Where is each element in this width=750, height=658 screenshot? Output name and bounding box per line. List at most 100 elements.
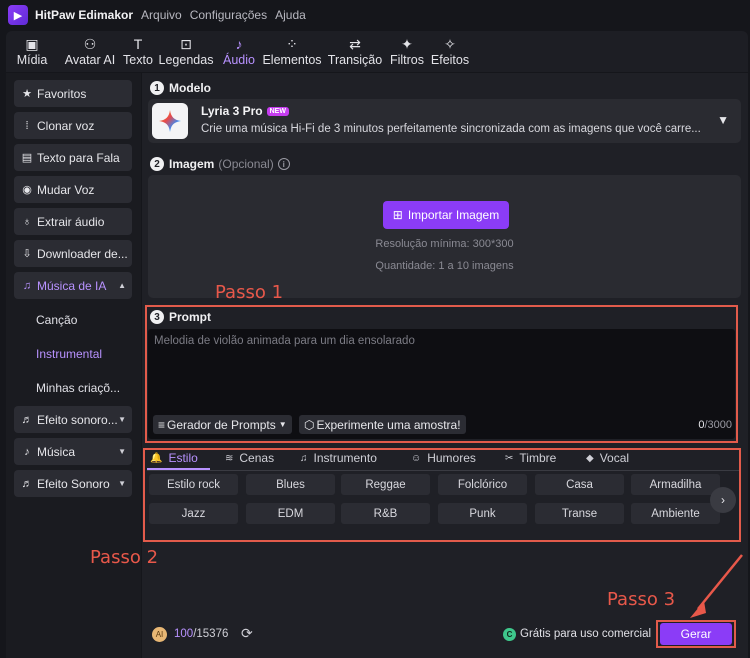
step-number: 2 bbox=[150, 157, 164, 171]
chip-estilo-rock[interactable]: Estilo rock bbox=[149, 474, 238, 495]
tool-legendas[interactable]: ⊡ Legendas bbox=[154, 31, 218, 72]
prompt-list-icon: ≡ bbox=[158, 417, 166, 432]
model-section-title: 1 Modelo bbox=[150, 81, 211, 95]
model-selector[interactable]: Lyria 3 Pro NEW Crie uma música Hi-Fi de… bbox=[148, 99, 741, 143]
sidebar-item-musica[interactable]: ♪ Música ▼ bbox=[14, 438, 132, 465]
main-toolbar: ▣ Mídia ⚇ Avatar AI T Texto ⊡ Legendas ♪ Áudi… bbox=[6, 31, 748, 72]
step-number: 1 bbox=[150, 81, 164, 95]
step-number: 3 bbox=[150, 310, 164, 324]
prompt-input[interactable]: Melodia de violão animada para um dia en… bbox=[148, 329, 735, 439]
step3-annotation: Passo 3 bbox=[607, 589, 676, 610]
star-icon: ★ bbox=[22, 88, 32, 100]
prompt-section-title: 3 Prompt bbox=[150, 310, 211, 324]
character-counter: 0/3000 bbox=[698, 419, 732, 431]
tab-estilo[interactable]: 🔔 Estilo bbox=[150, 451, 198, 465]
sidebar-item-extrair-audio[interactable]: ♁ Extrair áudio bbox=[14, 208, 132, 235]
sidebar-item-clonar-voz[interactable]: ⁞ Clonar voz bbox=[14, 112, 132, 139]
chip-armadilha[interactable]: Armadilha bbox=[631, 474, 720, 495]
next-chips-button[interactable]: › bbox=[710, 487, 736, 513]
chip-rnb[interactable]: R&B bbox=[341, 503, 430, 524]
info-icon[interactable]: i bbox=[277, 158, 290, 170]
tool-filtros[interactable]: ✦ Filtros bbox=[386, 31, 428, 72]
voice-clone-icon: ⁞ bbox=[25, 119, 29, 132]
tool-elementos[interactable]: ⁘ Elementos bbox=[260, 31, 324, 72]
menu-arquivo[interactable]: Arquivo bbox=[141, 8, 182, 22]
chevron-down-icon: ▼ bbox=[118, 415, 126, 424]
audio-icon: ♪ bbox=[235, 36, 243, 52]
chip-blues[interactable]: Blues bbox=[246, 474, 335, 495]
title-bar: ▶ HitPaw Edimakor Arquivo Configurações … bbox=[0, 0, 750, 30]
scenes-icon: ≋ bbox=[225, 452, 234, 464]
chip-reggae[interactable]: Reggae bbox=[341, 474, 430, 495]
chip-jazz[interactable]: Jazz bbox=[149, 503, 238, 524]
tool-texto[interactable]: T Texto bbox=[122, 31, 154, 72]
tab-timbre[interactable]: ✂ Timbre bbox=[505, 451, 556, 465]
effects-icon: ✧ bbox=[444, 36, 456, 52]
sidebar-item-efeito-sonoro-dropdown[interactable]: ♬ Efeito sonoro... ▼ bbox=[14, 406, 132, 433]
model-description: Crie uma música Hi-Fi de 3 minutos perfe… bbox=[201, 123, 701, 135]
sidebar-subitem-instrumental[interactable]: Instrumental bbox=[36, 347, 102, 361]
sidebar-subitem-minhas-criacoes[interactable]: Minhas criaçõ... bbox=[36, 381, 120, 395]
sidebar-item-downloader[interactable]: ⇩ Downloader de... bbox=[14, 240, 132, 267]
chip-edm[interactable]: EDM bbox=[246, 503, 335, 524]
generate-button[interactable]: Gerar bbox=[660, 623, 732, 645]
tab-humores[interactable]: ☺ Humores bbox=[411, 451, 476, 465]
dice-icon: ⬡ bbox=[304, 417, 315, 432]
menu-configuracoes[interactable]: Configurações bbox=[190, 8, 267, 22]
tab-instrumento[interactable]: ♫ Instrumento bbox=[300, 451, 377, 465]
refresh-icon[interactable]: ⟳ bbox=[241, 625, 253, 642]
chip-casa[interactable]: Casa bbox=[535, 474, 624, 495]
sidebar-item-musica-de-ia[interactable]: ♫ Música de IA ▲ bbox=[14, 272, 132, 299]
app-title: HitPaw Edimakor bbox=[35, 8, 134, 22]
dropdown-arrow-icon[interactable]: ▼ bbox=[717, 113, 729, 127]
app-logo-icon: ▶ bbox=[8, 5, 28, 25]
add-image-icon: ⊞ bbox=[392, 208, 403, 222]
chip-ambiente[interactable]: Ambiente bbox=[631, 503, 720, 524]
timbre-icon: ✂ bbox=[505, 452, 514, 464]
caret-down-icon: ▼ bbox=[278, 420, 287, 429]
microphone-icon: ♁ bbox=[22, 215, 32, 228]
tab-vocal[interactable]: ◆ Vocal bbox=[586, 451, 629, 465]
media-icon: ▣ bbox=[25, 36, 39, 52]
tool-avatar-ai[interactable]: ⚇ Avatar AI bbox=[58, 31, 122, 72]
chip-punk[interactable]: Punk bbox=[438, 503, 527, 524]
chevron-down-icon: ▼ bbox=[118, 479, 126, 488]
music-note-icon: ♪ bbox=[24, 445, 30, 458]
mood-icon: ☺ bbox=[411, 452, 422, 464]
credits-counter: 100/15376 bbox=[174, 628, 229, 640]
image-upload-area[interactable]: ⊞ Importar Imagem Resolução mínima: 300*… bbox=[148, 175, 741, 298]
sidebar-item-texto-para-fala[interactable]: ▤ Texto para Fala bbox=[14, 144, 132, 171]
style-icon: 🔔 bbox=[150, 452, 163, 464]
tool-efeitos[interactable]: ✧ Efeitos bbox=[428, 31, 472, 72]
sidebar-subitem-cancao[interactable]: Canção bbox=[36, 313, 77, 327]
optional-label: (Opcional) bbox=[218, 157, 274, 171]
prompt-generator-button[interactable]: ≡ Gerador de Prompts ▼ bbox=[153, 415, 292, 434]
transition-icon: ⇄ bbox=[349, 36, 361, 52]
chip-transe[interactable]: Transe bbox=[535, 503, 624, 524]
tab-cenas[interactable]: ≋ Cenas bbox=[225, 451, 274, 465]
sound-effect-icon: ♬ bbox=[21, 413, 33, 426]
tool-audio[interactable]: ♪ Áudio bbox=[218, 31, 260, 72]
text-to-speech-icon: ▤ bbox=[21, 152, 33, 164]
prompt-placeholder: Melodia de violão animada para um dia en… bbox=[154, 335, 415, 347]
sound-effect-icon: ♬ bbox=[21, 477, 33, 490]
bottom-bar: AI 100/15376 ⟳ C Grátis para uso comerci… bbox=[142, 618, 748, 658]
subtitles-icon: ⊡ bbox=[180, 36, 192, 52]
instrument-icon: ♫ bbox=[300, 452, 308, 464]
sidebar-item-mudar-voz[interactable]: ◉ Mudar Voz bbox=[14, 176, 132, 203]
vocal-icon: ◆ bbox=[586, 452, 594, 464]
tab-divider bbox=[147, 470, 739, 471]
tool-transicao[interactable]: ⇄ Transição bbox=[324, 31, 386, 72]
tool-midia[interactable]: ▣ Mídia bbox=[6, 31, 58, 72]
import-image-button[interactable]: ⊞ Importar Imagem bbox=[383, 201, 509, 229]
image-section-title: 2 Imagem (Opcional) i bbox=[150, 157, 290, 171]
try-sample-button[interactable]: ⬡ Experimente uma amostra! bbox=[299, 415, 466, 434]
elements-icon: ⁘ bbox=[286, 36, 298, 52]
gemini-star-icon bbox=[152, 103, 188, 139]
sidebar-item-favoritos[interactable]: ★ Favoritos bbox=[14, 80, 132, 107]
credits-icon: AI bbox=[152, 627, 167, 642]
menu-ajuda[interactable]: Ajuda bbox=[275, 8, 306, 22]
sidebar-item-efeito-sonoro[interactable]: ♬ Efeito Sonoro ▼ bbox=[14, 470, 132, 497]
chevron-up-icon: ▲ bbox=[118, 281, 126, 290]
chip-folclorico[interactable]: Folclórico bbox=[438, 474, 527, 495]
